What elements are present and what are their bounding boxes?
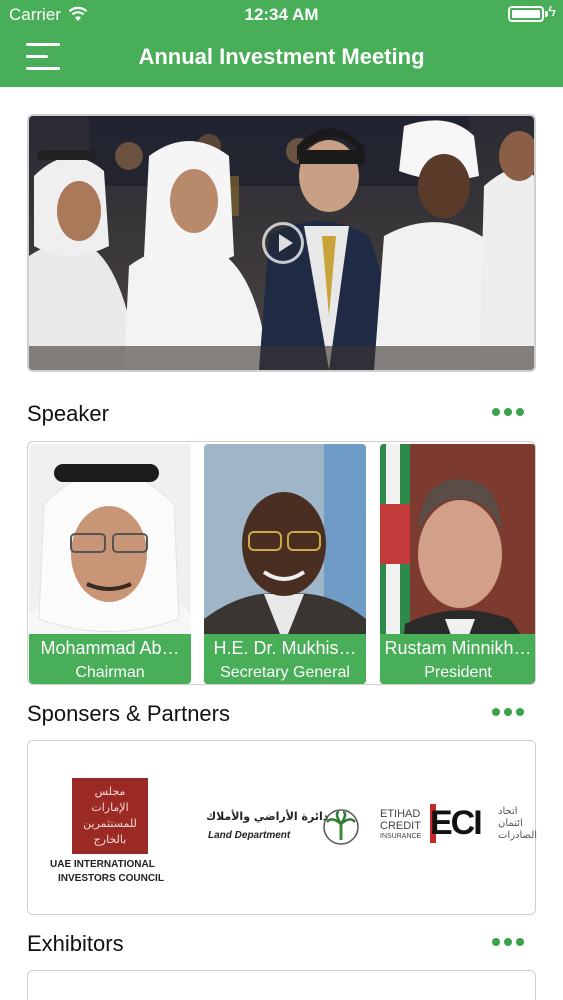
sponsor-logo-uae-council[interactable]: مجلس الإمارات للمستثمرين بالخارج UAE INT… [48,776,178,886]
speaker-label: Rustam Minnikh… President [380,634,535,684]
section-title-exhibitors: Exhibitors [27,931,124,956]
palm-tree-icon [323,809,359,845]
speaker-card[interactable]: H.E. Dr. Mukhis… Secretary General [204,444,366,684]
uae-council-text-1: UAE INTERNATIONAL [50,859,155,870]
exhibitors-carousel[interactable] [27,970,536,1000]
speaker-more-icon[interactable] [492,408,524,418]
section-title-speaker: Speaker [27,401,109,426]
land-dept-arabic: دائرة الأراضي والأملاك [206,810,329,823]
eci-arabic: اتحاد ائتمان الصادرات [498,806,538,841]
uae-council-text-2: INVESTORS COUNCIL [58,873,164,884]
page-title: Annual Investment Meeting [138,44,425,69]
speaker-name: Rustam Minnikh… [384,638,532,658]
speaker-name: H.E. Dr. Mukhis… [213,638,357,658]
play-icon[interactable] [262,222,304,264]
sponsor-logo-land-department[interactable]: دائرة الأراضي والأملاك Land Department [206,806,366,851]
speaker-role: President [424,664,492,681]
eci-line-1: ETIHAD [380,808,421,820]
eci-mark: ECI [430,804,483,843]
uae-council-arabic: مجلس الإمارات للمستثمرين بالخارج [83,785,137,846]
speaker-label: H.E. Dr. Mukhis… Secretary General [204,634,366,684]
speaker-role: Chairman [75,664,145,681]
speaker-name: Mohammad Ab… [40,638,180,658]
top-bar: Carrier 12:34 AM ϟ Annual Investment Mee… [0,0,563,87]
sponsors-carousel[interactable]: مجلس الإمارات للمستثمرين بالخارج UAE INT… [27,740,537,915]
speaker-label: Mohammad Ab… Chairman [29,634,191,684]
land-dept-english: Land Department [208,830,291,841]
speaker-role: Secretary General [220,664,350,681]
sponsor-logo-etihad-credit[interactable]: ETIHAD CREDIT INSURANCE ECI اتحاد ائتمان… [380,804,537,851]
exhibitors-more-icon[interactable] [492,938,524,948]
speaker-card[interactable]: Rustam Minnikh… President [380,444,535,684]
eci-line-2: CREDIT [380,820,421,832]
speaker-carousel[interactable]: Mohammad Ab… Chairman H.E. Dr. Mukhis… S… [27,441,536,685]
uae-council-emblem: مجلس الإمارات للمستثمرين بالخارج [72,778,148,854]
sponsors-more-icon[interactable] [492,708,524,718]
section-title-sponsors: Sponsers & Partners [27,701,230,726]
status-bar: Carrier 12:34 AM ϟ [0,0,563,30]
speaker-card[interactable]: Mohammad Ab… Chairman [29,444,191,684]
battery-icon [508,6,544,22]
video-thumbnail[interactable] [27,114,536,372]
eci-line-3: INSURANCE [380,833,422,840]
clock: 12:34 AM [244,5,319,24]
charging-icon: ϟ [548,3,556,20]
